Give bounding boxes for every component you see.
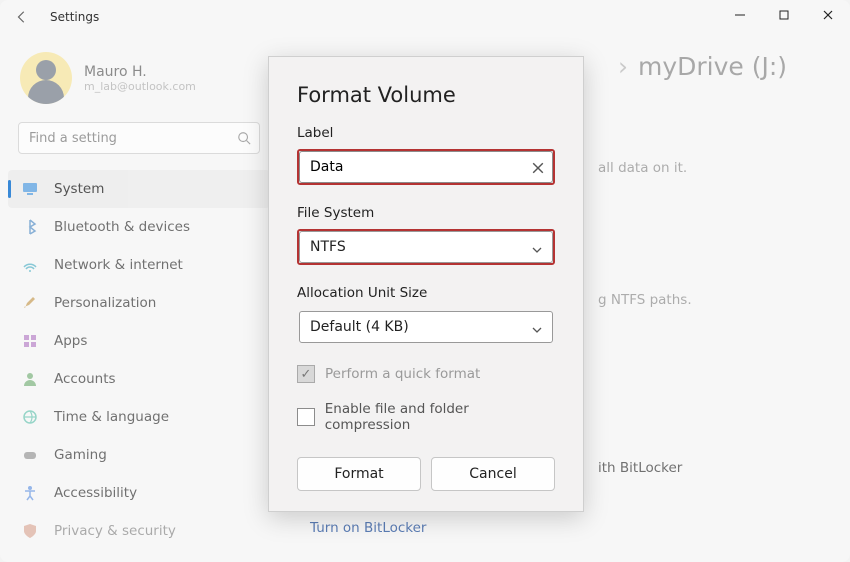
nav-label: Personalization	[54, 295, 156, 311]
shield-icon	[22, 523, 38, 539]
quick-format-row[interactable]: Perform a quick format	[297, 365, 555, 383]
format-button[interactable]: Format	[297, 457, 421, 491]
breadcrumb-drive: myDrive (J:)	[638, 52, 787, 81]
format-volume-dialog: Format Volume Label File System NTFS All…	[268, 56, 584, 512]
nav-label: Network & internet	[54, 257, 183, 273]
sidebar-item-accessibility[interactable]: Accessibility	[0, 474, 278, 512]
bg-turn-on-bitlocker[interactable]: Turn on BitLocker	[310, 520, 682, 536]
chevron-right-icon: ›	[618, 52, 628, 81]
sidebar-item-time[interactable]: Time & language	[0, 398, 278, 436]
compression-checkbox[interactable]	[297, 408, 315, 426]
nav-label: Privacy & security	[54, 523, 176, 539]
nav-label: Time & language	[54, 409, 169, 425]
brush-icon	[22, 295, 38, 311]
search-input[interactable]	[18, 122, 260, 154]
titlebar: Settings	[0, 0, 850, 34]
compression-label: Enable file and folder compression	[325, 401, 555, 433]
aus-field-label: Allocation Unit Size	[297, 285, 555, 301]
dialog-buttons: Format Cancel	[297, 457, 555, 491]
close-button[interactable]	[806, 0, 850, 30]
cancel-button[interactable]: Cancel	[431, 457, 555, 491]
filesystem-select-highlight: NTFS	[297, 229, 555, 265]
minimize-button[interactable]	[718, 0, 762, 30]
back-button[interactable]	[8, 3, 36, 31]
quick-format-checkbox[interactable]	[297, 365, 315, 383]
sidebar-item-accounts[interactable]: Accounts	[0, 360, 278, 398]
search-icon	[237, 130, 251, 149]
label-field-label: Label	[297, 125, 555, 141]
sidebar-item-personalization[interactable]: Personalization	[0, 284, 278, 322]
nav-label: Accessibility	[54, 485, 137, 501]
nav-label: Apps	[54, 333, 87, 349]
nav-list: System Bluetooth & devices Network & int…	[0, 170, 278, 550]
maximize-button[interactable]	[762, 0, 806, 30]
bg-erase: all data on it.	[598, 160, 692, 176]
label-input[interactable]	[299, 151, 553, 183]
sidebar-item-apps[interactable]: Apps	[0, 322, 278, 360]
bg-with-bitlocker: ith BitLocker	[598, 460, 682, 476]
search-box[interactable]	[18, 122, 260, 154]
sidebar-item-privacy[interactable]: Privacy & security	[0, 512, 278, 550]
filesystem-field-label: File System	[297, 205, 555, 221]
window-controls	[718, 0, 850, 30]
accessibility-icon	[22, 485, 38, 501]
bluetooth-icon	[22, 219, 38, 235]
sidebar-item-bluetooth[interactable]: Bluetooth & devices	[0, 208, 278, 246]
network-icon	[22, 257, 38, 273]
aus-value: Default (4 KB)	[310, 319, 409, 335]
bg-ntfs: g NTFS paths.	[598, 292, 692, 308]
nav-label: Gaming	[54, 447, 107, 463]
profile-name: Mauro H.	[84, 64, 196, 80]
dialog-title: Format Volume	[297, 83, 555, 107]
quick-format-label: Perform a quick format	[325, 366, 480, 382]
compression-row[interactable]: Enable file and folder compression	[297, 401, 555, 433]
filesystem-select[interactable]: NTFS	[299, 231, 553, 263]
label-input-highlight	[297, 149, 555, 185]
system-icon	[22, 181, 38, 197]
nav-label: Accounts	[54, 371, 116, 387]
apps-icon	[22, 333, 38, 349]
nav-label: System	[54, 181, 104, 197]
sidebar-item-system[interactable]: System	[8, 170, 270, 208]
profile-block[interactable]: Mauro H. m_lab@outlook.com	[0, 44, 278, 118]
globe-icon	[22, 409, 38, 425]
window-title: Settings	[50, 10, 99, 24]
sidebar-item-network[interactable]: Network & internet	[0, 246, 278, 284]
aus-select-wrap: Default (4 KB)	[297, 309, 555, 345]
person-icon	[22, 371, 38, 387]
avatar	[20, 52, 72, 104]
chevron-down-icon	[531, 321, 543, 340]
settings-window: Settings Mauro H. m_lab@outlook.com	[0, 0, 850, 562]
filesystem-value: NTFS	[310, 239, 346, 255]
clear-icon[interactable]	[532, 159, 544, 178]
nav-label: Bluetooth & devices	[54, 219, 190, 235]
profile-email: m_lab@outlook.com	[84, 80, 196, 93]
gaming-icon	[22, 447, 38, 463]
bg-text: all data on it. g NTFS paths.	[598, 160, 692, 326]
aus-select[interactable]: Default (4 KB)	[299, 311, 553, 343]
sidebar: Mauro H. m_lab@outlook.com System Blueto…	[0, 34, 278, 562]
chevron-down-icon	[531, 241, 543, 260]
sidebar-item-gaming[interactable]: Gaming	[0, 436, 278, 474]
